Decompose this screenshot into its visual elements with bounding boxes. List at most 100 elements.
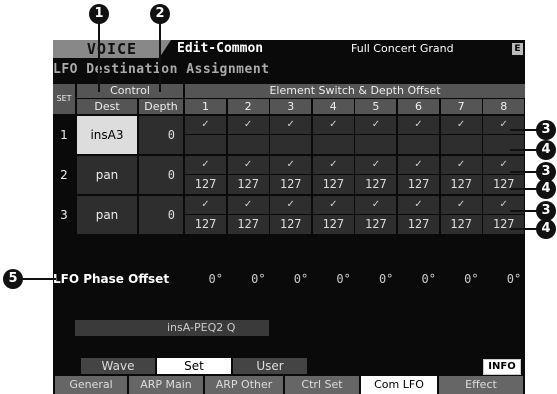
dest-value[interactable]: insA3 — [77, 116, 137, 154]
info-button[interactable]: INFO — [483, 359, 521, 375]
element-switch-check[interactable]: ✓ — [440, 156, 482, 174]
callout-line-1 — [98, 22, 100, 92]
depth-offset-value[interactable] — [355, 135, 397, 154]
element-switch-check[interactable]: ✓ — [270, 156, 312, 174]
callout-4: 4 — [536, 179, 556, 199]
set-number: 3 — [60, 208, 68, 222]
tab-general[interactable]: General — [55, 376, 127, 394]
lfo-phase-value[interactable]: 0° — [230, 270, 265, 288]
element-switch-check[interactable]: ✓ — [355, 156, 397, 174]
lfo-phase-value[interactable]: 0° — [272, 270, 308, 288]
element-switch-check[interactable]: ✓ — [227, 156, 269, 174]
depth-offset-value[interactable]: 127 — [270, 215, 312, 234]
depth-offset-value[interactable]: 127 — [312, 175, 354, 194]
lfo-phase-value[interactable]: 0° — [485, 270, 521, 288]
depth-header: Depth — [139, 99, 183, 114]
element-number: 2 — [227, 99, 269, 114]
set-number: 1 — [60, 128, 68, 142]
element-number: 7 — [440, 99, 482, 114]
callout-line-4c — [510, 228, 538, 230]
element-switch-check[interactable]: ✓ — [312, 196, 354, 214]
callout-line-4a — [510, 149, 538, 151]
element-number: 3 — [270, 99, 312, 114]
element-switch-check[interactable]: ✓ — [398, 196, 439, 214]
element-switch-check[interactable]: ✓ — [185, 156, 226, 174]
page-title: LFO Destination Assignment — [53, 62, 270, 77]
tab-arp-main[interactable]: ARP Main — [129, 376, 203, 394]
depth-offset-value[interactable]: 127 — [227, 215, 269, 234]
tab-set[interactable]: Set — [157, 358, 231, 374]
element-switch-check[interactable]: ✓ — [440, 116, 482, 134]
depth-offset-value[interactable]: 127 — [440, 175, 482, 194]
depth-offset-value[interactable] — [483, 135, 525, 154]
depth-offset-value[interactable] — [440, 135, 482, 154]
depth-offset-value[interactable] — [227, 135, 269, 154]
tab-effect[interactable]: Effect — [439, 376, 523, 394]
tab-com-lfo[interactable]: Com LFO — [361, 376, 437, 394]
lfo-phase-value[interactable]: 0° — [315, 270, 350, 288]
element-switch-check[interactable]: ✓ — [185, 116, 226, 134]
element-switch-check[interactable]: ✓ — [185, 196, 226, 214]
element-number: 5 — [355, 99, 397, 114]
element-switch-check[interactable]: ✓ — [312, 116, 354, 134]
element-switch-check[interactable]: ✓ — [398, 156, 439, 174]
depth-offset-value[interactable]: 127 — [312, 215, 354, 234]
element-switch-check[interactable]: ✓ — [483, 116, 525, 134]
dest-value[interactable]: pan — [77, 156, 137, 194]
element-switch-check[interactable]: ✓ — [227, 196, 269, 214]
depth-offset-value[interactable]: 127 — [270, 175, 312, 194]
element-switch-check[interactable]: ✓ — [270, 116, 312, 134]
depth-offset-value[interactable] — [270, 135, 312, 154]
tab-arp-other[interactable]: ARP Other — [205, 376, 283, 394]
depth-offset-value[interactable]: 127 — [398, 215, 439, 234]
lfo-phase-value[interactable]: 0° — [357, 270, 393, 288]
element-switch-check[interactable]: ✓ — [355, 116, 397, 134]
depth-offset-value[interactable]: 127 — [355, 175, 397, 194]
depth-offset-value[interactable] — [312, 135, 354, 154]
element-number: 8 — [483, 99, 525, 114]
lfo-phase-value[interactable]: 0° — [400, 270, 436, 288]
depth-offset-value[interactable] — [398, 135, 439, 154]
depth-offset-value[interactable]: 127 — [355, 215, 397, 234]
depth-offset-value[interactable]: 127 — [483, 215, 525, 234]
depth-value[interactable]: 0 — [139, 116, 183, 154]
dest-value[interactable]: pan — [77, 196, 137, 234]
depth-value[interactable]: 0 — [139, 196, 183, 234]
set-number: 2 — [60, 168, 68, 182]
callout-1: 1 — [89, 4, 109, 24]
callout-5: 5 — [3, 269, 23, 289]
element-number: 4 — [312, 99, 354, 114]
depth-offset-value[interactable]: 127 — [185, 175, 226, 194]
depth-offset-value[interactable]: 127 — [398, 175, 439, 194]
callout-line-2 — [159, 22, 161, 92]
lfo-phase-value[interactable]: 0° — [443, 270, 478, 288]
element-switch-check[interactable]: ✓ — [398, 116, 439, 134]
callout-line-5 — [20, 278, 56, 280]
depth-offset-value[interactable]: 127 — [227, 175, 269, 194]
tab-ctrl-set[interactable]: Ctrl Set — [285, 376, 359, 394]
depth-offset-value[interactable]: 127 — [483, 175, 525, 194]
tab-wave[interactable]: Wave — [81, 358, 155, 374]
lfo-phase-value[interactable]: 0° — [187, 270, 223, 288]
callout-4: 4 — [536, 219, 556, 239]
element-switch-check[interactable]: ✓ — [270, 196, 312, 214]
element-switch-check[interactable]: ✓ — [312, 156, 354, 174]
voice-name: Full Concert Grand — [351, 42, 454, 55]
callout-3: 3 — [536, 201, 556, 221]
depth-offset-value[interactable] — [185, 135, 226, 154]
tab-user[interactable]: User — [233, 358, 307, 374]
callout-line-3a — [510, 129, 538, 131]
set-header: SET — [53, 84, 75, 114]
element-switch-check[interactable]: ✓ — [440, 196, 482, 214]
element-number: 6 — [398, 99, 439, 114]
depth-offset-value[interactable]: 127 — [185, 215, 226, 234]
depth-value[interactable]: 0 — [139, 156, 183, 194]
edit-badge: E — [512, 43, 523, 55]
callout-line-3b — [510, 171, 538, 173]
depth-offset-value[interactable]: 127 — [440, 215, 482, 234]
element-switch-check[interactable]: ✓ — [227, 116, 269, 134]
callout-line-3c — [510, 210, 538, 212]
info-text: insA-PEQ2 Q — [75, 320, 269, 336]
element-switch-check[interactable]: ✓ — [355, 196, 397, 214]
lfo-phase-label: LFO Phase Offset — [53, 272, 170, 286]
